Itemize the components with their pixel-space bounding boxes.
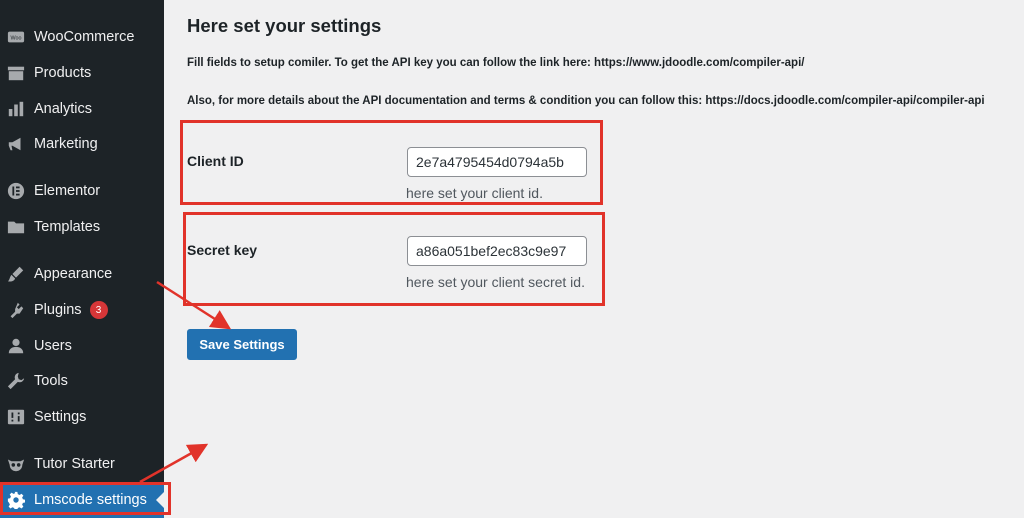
- sidebar-item-label: Elementor: [34, 183, 101, 199]
- bar-chart-icon: [6, 99, 26, 119]
- owl-icon: [6, 454, 26, 474]
- wrench-icon: [6, 371, 26, 391]
- sidebar-item-settings[interactable]: Settings: [0, 399, 164, 435]
- sidebar-item-tools[interactable]: Tools: [0, 363, 164, 399]
- sidebar-item-label: Tutor Starter: [34, 456, 115, 472]
- sidebar-item-analytics[interactable]: Analytics: [0, 91, 164, 127]
- plugin-icon: [6, 300, 26, 320]
- sidebar-item-plugins[interactable]: Plugins 3: [0, 292, 164, 328]
- megaphone-icon: [6, 134, 26, 154]
- folder-icon: [6, 217, 26, 237]
- archive-icon: [6, 63, 26, 83]
- setup-description: Fill fields to setup comiler. To get the…: [187, 57, 805, 69]
- sidebar-item-label: Settings: [34, 409, 87, 425]
- admin-sidebar: Woo WooCommerce Products Analytics Marke…: [0, 0, 164, 518]
- sidebar-item-products[interactable]: Products: [0, 55, 164, 91]
- sidebar-item-label: Appearance: [34, 266, 113, 282]
- sidebar-item-appearance[interactable]: Appearance: [0, 256, 164, 292]
- api-docs-description: Also, for more details about the API doc…: [187, 95, 985, 107]
- woo-icon: Woo: [6, 27, 26, 47]
- sidebar-item-label: Plugins: [34, 302, 82, 318]
- elementor-icon: [6, 181, 26, 201]
- sidebar-item-label: WooCommerce: [34, 29, 135, 45]
- sidebar-item-label: Analytics: [34, 101, 93, 117]
- user-icon: [6, 336, 26, 356]
- svg-text:Woo: Woo: [11, 36, 22, 42]
- sidebar-item-label: Templates: [34, 219, 101, 235]
- save-settings-button[interactable]: Save Settings: [187, 329, 297, 360]
- client-id-highlight-box: [180, 120, 603, 205]
- menu-highlight-box: [0, 482, 171, 515]
- secret-key-highlight-box: [183, 212, 605, 306]
- sidebar-item-woocommerce[interactable]: Woo WooCommerce: [0, 19, 164, 55]
- paintbrush-icon: [6, 264, 26, 284]
- sidebar-item-templates[interactable]: Templates: [0, 209, 164, 245]
- sidebar-item-label: Users: [34, 338, 72, 354]
- sidebar-item-elementor[interactable]: Elementor: [0, 173, 164, 209]
- update-count-badge: 3: [89, 301, 108, 319]
- sidebar-item-tutor-starter[interactable]: Tutor Starter: [0, 446, 164, 482]
- page-title: Here set your settings: [187, 15, 382, 36]
- sidebar-item-label: Tools: [34, 373, 68, 389]
- sidebar-item-label: Marketing: [34, 136, 98, 152]
- sidebar-item-label: Products: [34, 65, 92, 81]
- sliders-icon: [6, 407, 26, 427]
- sidebar-item-users[interactable]: Users: [0, 328, 164, 364]
- sidebar-item-marketing[interactable]: Marketing: [0, 126, 164, 162]
